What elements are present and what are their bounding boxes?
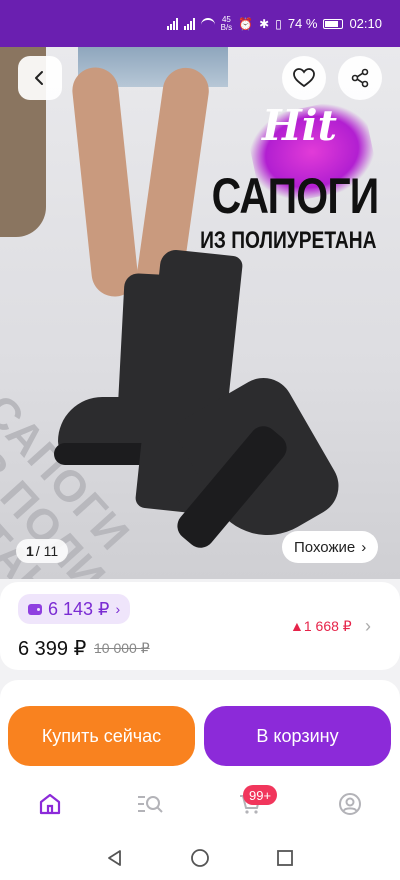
image-counter: 1 / 11: [16, 539, 69, 563]
triangle-back-icon: [108, 850, 121, 866]
signal-icon: [183, 17, 195, 30]
wallet-price-pill[interactable]: 6 143 ₽ ›: [18, 594, 131, 624]
old-price: 10 000 ₽: [94, 640, 150, 656]
back-button[interactable]: [18, 56, 62, 100]
status-time: 02:10: [349, 16, 382, 31]
wallet-price: 6 143 ₽: [48, 598, 110, 619]
square-recents-icon: [277, 850, 293, 866]
similar-label: Похожие: [294, 538, 356, 556]
favorite-button[interactable]: [282, 56, 326, 100]
price-drop[interactable]: ▲1 668 ₽: [290, 618, 352, 635]
signal-icon: [166, 17, 178, 30]
bottom-nav: 99+: [0, 772, 400, 834]
nav-home[interactable]: [35, 790, 65, 818]
status-bar: 45 B/s ⏰ ✱ ▯ 74 % 02:10: [0, 0, 400, 47]
product-subtitle: ИЗ ПОЛИУРЕТАНА: [199, 227, 376, 254]
system-recents-button[interactable]: [273, 846, 297, 870]
network-speed: 45 B/s: [220, 14, 233, 32]
product-image[interactable]: САПОГИ ИЗ ПОЛИ УРЕТАНА Hit САПОГИ ИЗ ПОЛ…: [0, 47, 400, 579]
cart-badge: 99+: [243, 785, 278, 805]
action-bar: Купить сейчас В корзину: [0, 700, 400, 772]
catalog-search-icon: [138, 796, 163, 813]
system-back-button[interactable]: [103, 846, 127, 870]
chevron-left-icon: [35, 71, 43, 85]
battery-percent: 74 %: [287, 16, 318, 31]
hit-badge: Hit: [262, 101, 338, 150]
add-to-cart-button[interactable]: В корзину: [204, 706, 391, 766]
circle-home-icon: [191, 849, 209, 867]
share-button[interactable]: [338, 56, 382, 100]
bluetooth-icon: ✱: [259, 16, 270, 31]
product-title: САПОГИ: [211, 168, 379, 224]
wifi-icon: [200, 18, 215, 29]
wallet-icon: [28, 603, 42, 615]
alarm-icon: ⏰: [238, 16, 254, 31]
product-screen: 45 B/s ⏰ ✱ ▯ 74 % 02:10 САПОГИ ИЗ ПОЛИ УР…: [0, 0, 400, 880]
home-icon: [39, 793, 61, 815]
battery-icon: [323, 18, 344, 29]
chevron-right-icon[interactable]: ›: [365, 616, 371, 637]
image-counter-total: / 11: [35, 543, 59, 559]
share-icon: [351, 68, 369, 88]
vibrate-icon: ▯: [275, 16, 282, 31]
nav-catalog[interactable]: [135, 790, 165, 818]
heart-icon: [293, 68, 315, 88]
nav-profile[interactable]: [335, 790, 365, 818]
buy-now-button[interactable]: Купить сейчас: [8, 706, 195, 766]
image-counter-current: 1: [26, 543, 34, 559]
price-card: 6 143 ₽ › 6 399 ₽ 10 000 ₽ ▲1 668 ₽ ›: [0, 582, 400, 670]
similar-button[interactable]: Похожие ›: [282, 531, 379, 563]
chevron-right-icon: ›: [361, 538, 367, 556]
leg-image: [70, 65, 140, 299]
current-price: 6 399 ₽: [18, 638, 87, 660]
system-nav-bar: [0, 834, 400, 880]
chevron-right-icon: ›: [115, 601, 121, 617]
system-home-button[interactable]: [188, 846, 212, 870]
profile-icon: [339, 793, 361, 815]
